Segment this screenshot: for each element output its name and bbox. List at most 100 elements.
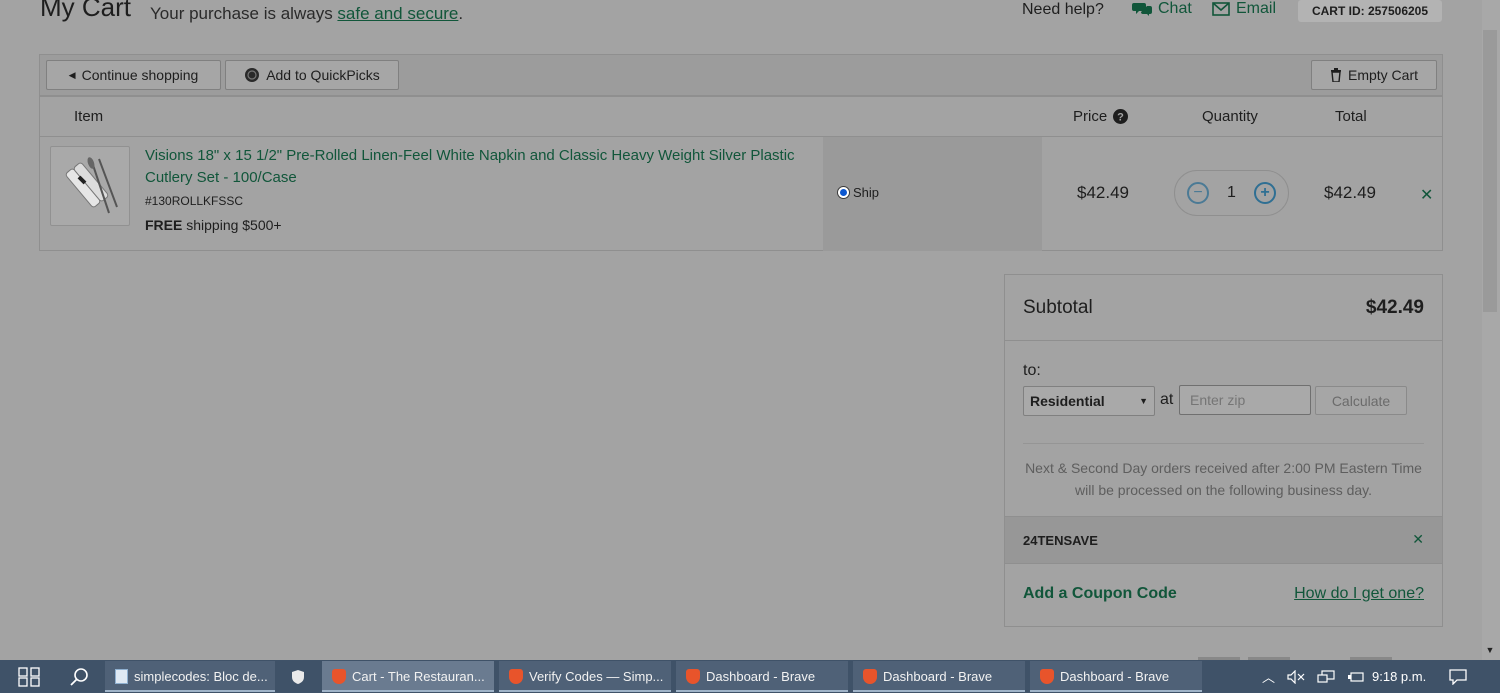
applied-coupon: 24TENSAVE ✕	[1005, 516, 1442, 564]
taskbar-dashboard-3[interactable]: Dashboard - Brave	[1030, 661, 1202, 692]
address-type-select[interactable]: Residential ▼	[1023, 386, 1155, 416]
help-icon[interactable]: ?	[1113, 109, 1129, 124]
notification-icon	[1449, 668, 1467, 685]
brave-icon	[686, 669, 700, 684]
product-name-link[interactable]: Visions 18" x 15 1/2" Pre-Rolled Linen-F…	[145, 145, 825, 189]
tagline-text: Your purchase is always	[150, 4, 338, 23]
add-to-quickpicks-button[interactable]: Add to QuickPicks	[225, 60, 399, 90]
network-icon[interactable]	[1317, 669, 1335, 684]
table-row: Visions 18" x 15 1/2" Pre-Rolled Linen-F…	[40, 137, 1442, 251]
free-label: FREE	[145, 217, 183, 233]
at-label: at	[1160, 391, 1174, 408]
cutlery-image	[65, 157, 118, 214]
subtotal-value: $42.49	[1365, 297, 1424, 318]
trash-icon	[1330, 68, 1341, 82]
ship-option[interactable]: Ship	[837, 185, 879, 200]
zip-input[interactable]	[1179, 385, 1311, 415]
table-header: Item Price ? Quantity Total	[40, 97, 1442, 137]
remove-coupon-button[interactable]: ✕	[1412, 531, 1424, 548]
caret-left-icon: ◀	[68, 69, 76, 80]
free-shipping-note: FREE shipping $500+	[145, 217, 282, 233]
continue-shopping-label: Continue shopping	[81, 67, 199, 83]
add-coupon-link[interactable]: Add a Coupon Code	[1023, 585, 1177, 603]
cart-table: Item Price ? Quantity Total Visions 18" …	[39, 96, 1443, 251]
how-to-get-coupon-link[interactable]: How do I get one?	[1294, 585, 1424, 603]
product-thumbnail[interactable]	[50, 146, 130, 226]
chat-link[interactable]: Chat	[1132, 0, 1192, 18]
taskbar-cart-window[interactable]: Cart - The Restauran...	[322, 661, 494, 692]
quickpicks-icon	[245, 68, 260, 82]
empty-cart-label: Empty Cart	[1347, 67, 1418, 83]
caret-down-icon: ▼	[1139, 396, 1148, 406]
quantity-stepper: − 1 +	[1174, 170, 1289, 216]
safe-secure-link[interactable]: safe and secure	[337, 4, 458, 23]
scroll-down-arrow-icon[interactable]: ▼	[1484, 644, 1496, 656]
ship-label: Ship	[853, 185, 880, 200]
quantity-header: Quantity	[1202, 108, 1258, 125]
email-label: Email	[1236, 0, 1277, 17]
subtotal-label: Subtotal	[1023, 297, 1093, 318]
notifications-button[interactable]	[1444, 660, 1472, 693]
ship-to-label: to:	[1023, 362, 1041, 379]
product-sku: #130ROLLKFSSC	[145, 194, 244, 208]
empty-cart-button[interactable]: Empty Cart	[1311, 60, 1437, 90]
svg-text:?: ?	[1117, 112, 1124, 124]
taskbar-verify-codes[interactable]: Verify Codes — Simp...	[499, 661, 671, 692]
show-hidden-icons-chevron-icon[interactable]: ︿	[1262, 667, 1275, 686]
quantity-value[interactable]: 1	[1227, 184, 1236, 202]
taskbar-notepad[interactable]: simplecodes: Bloc de...	[105, 661, 275, 692]
task-label: simplecodes: Bloc de...	[134, 669, 268, 684]
security-tagline: Your purchase is always safe and secure.	[150, 4, 463, 24]
shipping-threshold: shipping $500+	[182, 217, 282, 233]
increase-quantity-button[interactable]: +	[1254, 182, 1276, 204]
line-total: $42.49	[1324, 183, 1376, 202]
task-label: Dashboard - Brave	[1060, 669, 1170, 684]
remove-item-button[interactable]: ✕	[1420, 185, 1433, 205]
calculate-button[interactable]: Calculate	[1315, 386, 1407, 415]
task-label: Cart - The Restauran...	[352, 669, 485, 684]
shield-icon	[292, 669, 304, 684]
task-label: Verify Codes — Simp...	[529, 669, 664, 684]
ship-radio[interactable]	[837, 186, 850, 199]
brave-icon	[509, 669, 523, 684]
summary-divider	[1023, 443, 1424, 444]
battery-icon[interactable]	[1347, 670, 1365, 684]
page-title: My Cart	[40, 0, 131, 22]
scrollbar-thumb[interactable]	[1483, 30, 1497, 312]
email-link[interactable]: Email	[1212, 0, 1276, 18]
tagline-period: .	[458, 4, 464, 23]
chat-icon	[1132, 3, 1152, 16]
taskbar-dashboard-1[interactable]: Dashboard - Brave	[676, 661, 848, 692]
total-header: Total	[1335, 108, 1367, 125]
task-label: Dashboard - Brave	[883, 669, 993, 684]
order-summary: Subtotal $42.49 to: Residential ▼ at Cal…	[1004, 274, 1443, 627]
continue-shopping-button[interactable]: ◀ Continue shopping	[46, 60, 221, 90]
fulfillment-cell: Ship	[823, 137, 1042, 251]
brave-icon	[1040, 669, 1054, 684]
speaker-muted-icon[interactable]	[1287, 669, 1305, 684]
task-view-icon	[18, 666, 40, 687]
cart-id-badge: CART ID: 257506205	[1298, 0, 1442, 22]
need-help-label: Need help?	[1022, 1, 1104, 18]
unit-price: $42.49	[1077, 183, 1129, 202]
clock[interactable]: 9:18 p.m.	[1372, 660, 1432, 693]
windows-taskbar: simplecodes: Bloc de... Cart - The Resta…	[0, 660, 1500, 693]
price-header-label: Price	[1073, 108, 1108, 125]
envelope-icon	[1212, 2, 1230, 16]
taskbar-dashboard-2[interactable]: Dashboard - Brave	[853, 661, 1025, 692]
address-type-value: Residential	[1030, 393, 1105, 409]
quickpicks-label: Add to QuickPicks	[266, 67, 380, 83]
brave-icon	[863, 669, 877, 684]
price-header: Price ?	[1073, 108, 1129, 125]
notepad-icon	[115, 669, 128, 684]
cart-toolbar: ◀ Continue shopping Add to QuickPicks Em…	[39, 54, 1443, 96]
item-header: Item	[74, 108, 104, 125]
decrease-quantity-button[interactable]: −	[1187, 182, 1209, 204]
subtotal-row: Subtotal $42.49	[1005, 275, 1442, 341]
brave-icon	[332, 669, 346, 684]
search-button[interactable]	[58, 660, 100, 693]
shipping-cutoff-notice: Next & Second Day orders received after …	[1025, 460, 1422, 498]
taskbar-shield-app[interactable]	[282, 660, 314, 693]
task-view-button[interactable]	[8, 660, 50, 693]
task-label: Dashboard - Brave	[706, 669, 816, 684]
